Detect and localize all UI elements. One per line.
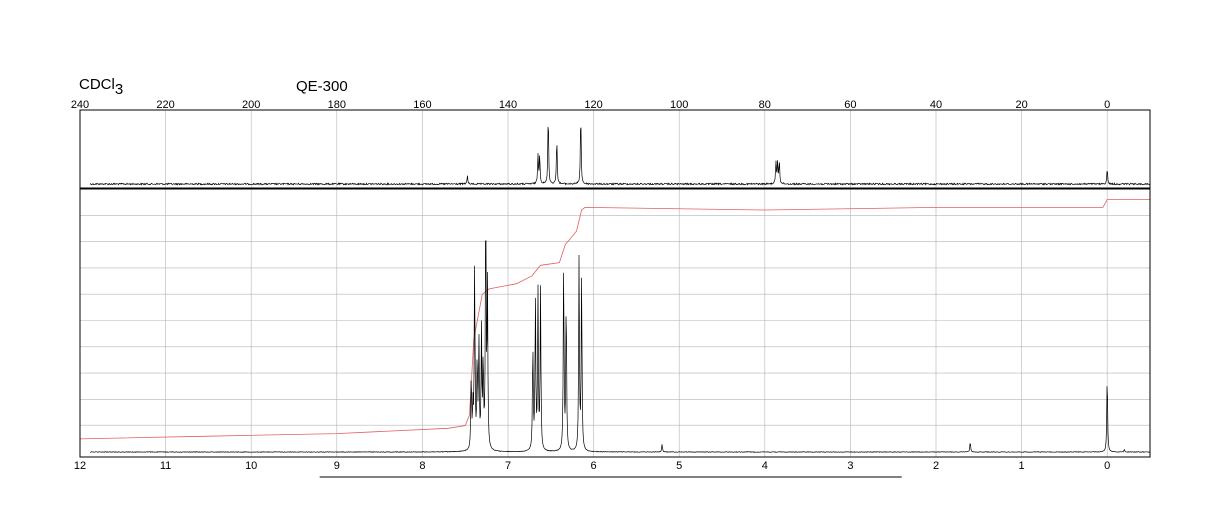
h1-grid: [80, 189, 1150, 457]
c13-tick-label: 220: [156, 99, 174, 111]
h1-tick-label: 6: [591, 460, 597, 472]
h1-tick-label: 1: [1019, 460, 1025, 472]
h1-tick-label: 2: [933, 460, 939, 472]
c13-grid: [165, 110, 1108, 188]
c13-tick-label: 0: [1104, 99, 1110, 111]
h1-tick-label: 3: [847, 460, 853, 472]
h1-tick-label: 8: [419, 460, 425, 472]
c13-tick-label: 20: [1015, 99, 1027, 111]
c13-tick-label: 160: [413, 99, 431, 111]
c13-trace-line: [89, 126, 1151, 186]
c13-tick-label: 180: [328, 99, 346, 111]
h1-tick-label: 4: [762, 460, 768, 472]
h1-frame: [79, 188, 1151, 458]
h1-tick-label: 10: [245, 460, 257, 472]
h1-tick-label: 12: [74, 460, 86, 472]
c13-tick-label: 100: [670, 99, 688, 111]
c13-tick-label: 200: [242, 99, 260, 111]
h1-integral-curve: [79, 199, 1150, 478]
h1-integral-line: [79, 199, 1150, 440]
nmr-chart: 240 220 200 180 160 140 120 100 80 60 40 20 0 12 11 10…: [71, 99, 1151, 478]
h1-tick-label: 0: [1104, 460, 1110, 472]
c13-tick-label: 40: [930, 99, 942, 111]
c13-axis: 240 220 200 180 160 140 120 100 80 60 40 20 0: [71, 99, 1110, 111]
c13-spectrum: [89, 126, 1151, 186]
h1-tick-label: 11: [160, 460, 171, 472]
c13-tick-label: 60: [844, 99, 856, 111]
h1-axis: 12 11 10 9 8 7 6 5 4 3 2 1 0: [74, 460, 1110, 472]
c13-tick-label: 80: [759, 99, 771, 111]
c13-tick-label: 120: [584, 99, 602, 111]
chart-frames: [79, 109, 1151, 458]
c13-tick-label: 140: [499, 99, 517, 111]
h1-tick-label: 9: [334, 460, 340, 472]
h1-tick-label: 5: [676, 460, 682, 472]
c13-frame: [79, 109, 1151, 189]
c13-tick-label: 240: [71, 99, 89, 111]
h1-tick-label: 7: [505, 460, 511, 472]
